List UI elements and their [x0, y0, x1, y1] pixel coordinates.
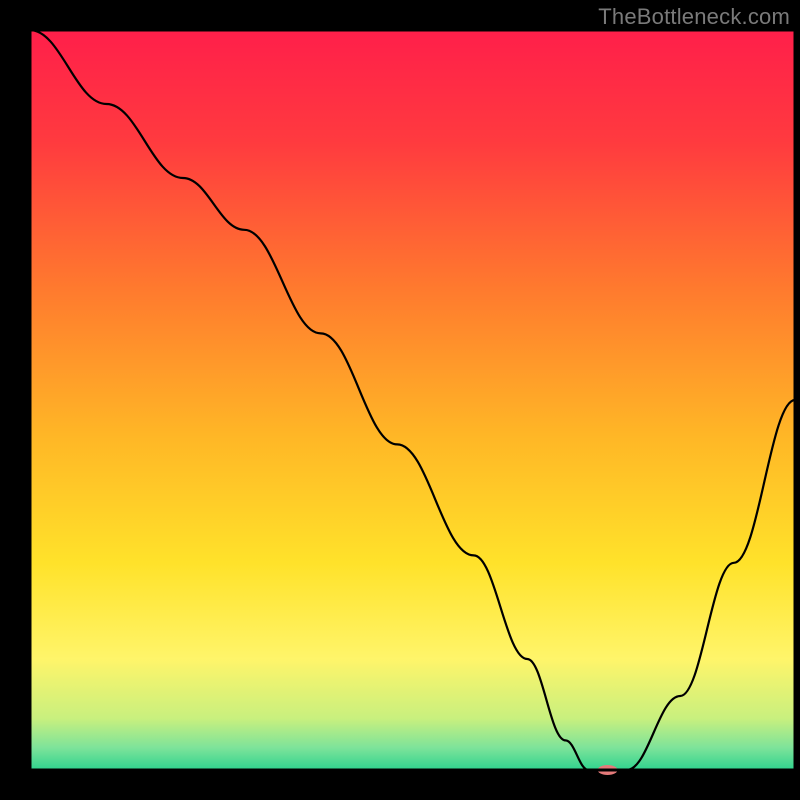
bottleneck-chart — [0, 0, 800, 800]
chart-container: TheBottleneck.com — [0, 0, 800, 800]
